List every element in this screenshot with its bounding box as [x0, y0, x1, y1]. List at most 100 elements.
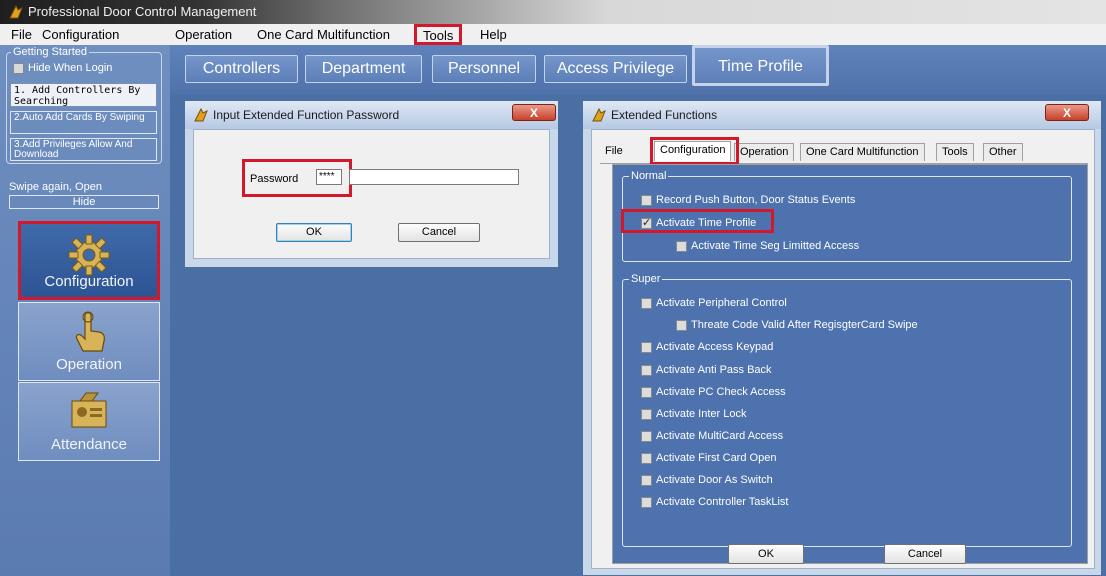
cancel-button[interactable]: Cancel: [884, 544, 966, 564]
id-card-icon: [71, 392, 107, 428]
step-add-controllers[interactable]: 1. Add Controllers By Searching: [10, 83, 157, 107]
option-label: Activate Anti Pass Back: [656, 364, 772, 376]
password-dialog-title: Input Extended Function Password: [213, 108, 400, 122]
step-auto-add-cards[interactable]: 2.Auto Add Cards By Swiping: [10, 111, 157, 134]
option-label: Activate First Card Open: [656, 452, 777, 464]
option-label: Activate PC Check Access: [656, 386, 786, 398]
checkbox-box[interactable]: [641, 386, 652, 398]
controller-tasklist-option[interactable]: Activate Controller TaskList: [641, 496, 788, 508]
gear-icon: [68, 234, 110, 276]
hide-button[interactable]: Hide: [9, 195, 159, 209]
first-card-open-option[interactable]: Activate First Card Open: [641, 452, 776, 464]
password-input-extension[interactable]: [349, 169, 519, 185]
nav-attendance[interactable]: Attendance: [18, 382, 160, 461]
peripheral-control-option[interactable]: Activate Peripheral Control: [641, 297, 787, 309]
option-label: Activate Door As Switch: [656, 474, 773, 486]
checkbox-box[interactable]: [676, 319, 687, 331]
close-button[interactable]: X: [1045, 104, 1089, 121]
hide-when-login-label: Hide When Login: [28, 62, 113, 74]
app-icon: [592, 107, 606, 122]
checkbox-box[interactable]: [641, 430, 652, 442]
toolbar: Controllers Department Personnel Access …: [170, 45, 1106, 95]
app-icon: [9, 4, 23, 19]
cancel-button[interactable]: Cancel: [398, 223, 480, 242]
access-keypad-option[interactable]: Activate Access Keypad: [641, 341, 773, 353]
checkbox-box[interactable]: [676, 240, 687, 252]
menu-one-card-multifunction[interactable]: One Card Multifunction: [257, 27, 390, 42]
super-group: Super Activate Peripheral Control Threat…: [622, 273, 1072, 547]
checkbox-box[interactable]: [641, 364, 652, 376]
password-dialog-body: Password **** OK Cancel: [193, 129, 550, 259]
time-profile-button[interactable]: Time Profile: [692, 45, 829, 86]
threate-code-option[interactable]: Threate Code Valid After RegisgterCard S…: [676, 319, 918, 331]
menu-configuration[interactable]: Configuration: [42, 27, 119, 42]
extended-functions-body: File Configuration Operation One Card Mu…: [591, 129, 1095, 569]
nav-configuration[interactable]: Configuration: [18, 221, 160, 300]
hide-when-login-checkbox[interactable]: Hide When Login: [13, 62, 149, 74]
left-panel: Getting Started Hide When Login 1. Add C…: [0, 45, 170, 576]
time-profile-highlight: [621, 209, 774, 233]
password-input[interactable]: ****: [316, 169, 342, 185]
access-privilege-button[interactable]: Access Privilege: [544, 55, 687, 83]
title-bar: Professional Door Control Management: [0, 0, 1106, 24]
hand-pointer-icon: [75, 311, 105, 352]
ok-button[interactable]: OK: [276, 223, 352, 242]
step-add-privileges[interactable]: 3.Add Privileges Allow And Download: [10, 138, 157, 161]
door-as-switch-option[interactable]: Activate Door As Switch: [641, 474, 773, 486]
checkbox-box[interactable]: [13, 62, 24, 74]
option-label: Activate Inter Lock: [656, 408, 747, 420]
window-title: Professional Door Control Management: [28, 4, 257, 19]
checkbox-box[interactable]: [641, 474, 652, 486]
checkbox-box[interactable]: [641, 341, 652, 353]
multicard-access-option[interactable]: Activate MultiCard Access: [641, 430, 783, 442]
normal-legend: Normal: [629, 170, 669, 182]
inter-lock-option[interactable]: Activate Inter Lock: [641, 408, 747, 420]
password-dialog: Input Extended Function Password X Passw…: [184, 100, 559, 268]
pc-check-access-option[interactable]: Activate PC Check Access: [641, 386, 786, 398]
anti-pass-back-option[interactable]: Activate Anti Pass Back: [641, 364, 772, 376]
menu-bar: File Configuration Operation One Card Mu…: [0, 24, 1106, 46]
password-label: Password: [250, 173, 299, 185]
department-button[interactable]: Department: [305, 55, 422, 83]
nav-operation[interactable]: Operation: [18, 302, 160, 381]
getting-started-group: Getting Started Hide When Login 1. Add C…: [6, 46, 162, 164]
personnel-button[interactable]: Personnel: [432, 55, 536, 83]
tab-file[interactable]: File: [600, 143, 628, 161]
controllers-button[interactable]: Controllers: [185, 55, 298, 83]
app-icon: [194, 107, 208, 122]
checkbox-box[interactable]: [641, 408, 652, 420]
swipe-again-text: Swipe again, Open: [9, 181, 102, 193]
option-label: Record Push Button, Door Status Events: [656, 194, 856, 206]
option-label: Activate Time Seg Limitted Access: [691, 240, 860, 252]
option-label: Activate Peripheral Control: [656, 297, 787, 309]
option-label: Activate MultiCard Access: [656, 430, 784, 442]
extended-functions-title: Extended Functions: [611, 108, 718, 122]
activate-time-seg-option[interactable]: Activate Time Seg Limitted Access: [676, 240, 859, 252]
tab-one-card-multifunction[interactable]: One Card Multifunction: [800, 143, 925, 161]
tab-tools[interactable]: Tools: [936, 143, 974, 161]
nav-attendance-label: Attendance: [51, 436, 127, 453]
menu-file[interactable]: File: [11, 27, 32, 42]
menu-help[interactable]: Help: [480, 27, 507, 42]
close-button[interactable]: X: [512, 104, 556, 121]
option-label: Activate Access Keypad: [656, 341, 774, 353]
tab-other[interactable]: Other: [983, 143, 1023, 161]
checkbox-box[interactable]: [641, 194, 652, 206]
configuration-panel: Normal Record Push Button, Door Status E…: [612, 164, 1088, 564]
checkbox-box[interactable]: [641, 496, 652, 508]
ok-button[interactable]: OK: [728, 544, 804, 564]
tab-operation[interactable]: Operation: [734, 143, 795, 161]
nav-configuration-label: Configuration: [44, 273, 134, 290]
menu-tools[interactable]: Tools: [414, 24, 463, 45]
checkbox-box[interactable]: [641, 297, 652, 309]
password-dialog-header: Input Extended Function Password X: [185, 101, 558, 129]
menu-operation[interactable]: Operation: [175, 27, 232, 42]
extended-functions-header: Extended Functions X: [583, 101, 1101, 129]
getting-started-legend: Getting Started: [11, 46, 89, 58]
record-push-button-option[interactable]: Record Push Button, Door Status Events: [641, 194, 855, 206]
configuration-tab-highlight: [650, 137, 739, 165]
nav-operation-label: Operation: [56, 356, 122, 373]
option-label: Threate Code Valid After RegisgterCard S…: [691, 319, 918, 331]
checkbox-box[interactable]: [641, 452, 652, 464]
extended-functions-dialog: Extended Functions X File Configuration …: [582, 100, 1102, 576]
